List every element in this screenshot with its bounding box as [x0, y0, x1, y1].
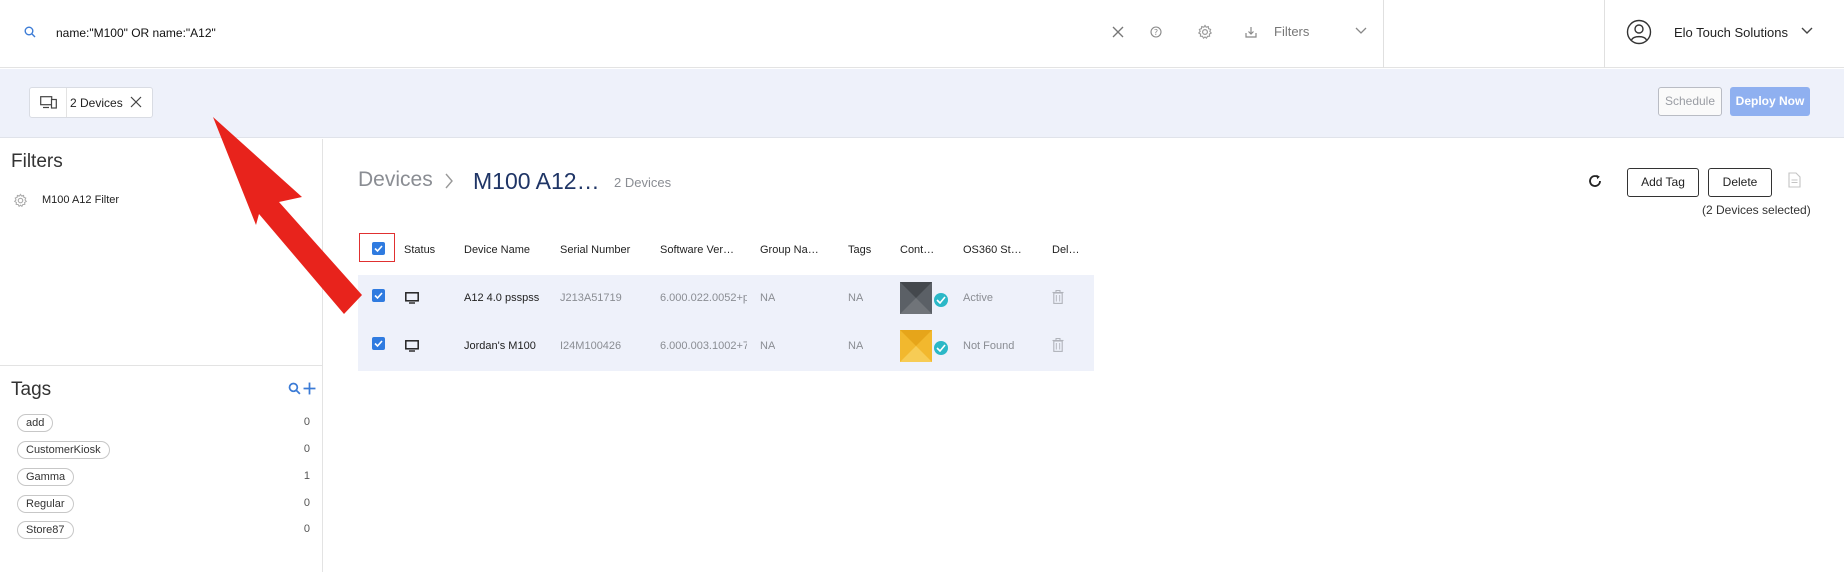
chevron-right-icon — [444, 172, 454, 190]
divider — [0, 365, 322, 366]
select-all-checkbox[interactable] — [372, 242, 385, 255]
help-icon[interactable]: ? — [1150, 26, 1162, 38]
document-icon[interactable] — [1788, 172, 1801, 188]
selected-devices-label: 2 Devices — [70, 96, 123, 110]
delete-button[interactable]: Delete — [1708, 168, 1772, 197]
tag-pill[interactable]: Store87 — [17, 521, 74, 539]
org-name[interactable]: Elo Touch Solutions — [1674, 25, 1788, 40]
chevron-down-icon[interactable] — [1801, 27, 1813, 35]
gear-icon[interactable] — [1197, 24, 1213, 40]
chevron-down-icon[interactable] — [1355, 27, 1367, 35]
row-checkbox[interactable] — [372, 337, 385, 350]
column-header-tags[interactable]: Tags — [848, 244, 871, 256]
column-header-os360-status[interactable]: OS360 St… — [963, 244, 1022, 256]
table-row[interactable]: A12 4.0 psspss J213A51719 6.000.022.0052… — [358, 275, 1094, 323]
tag-count: 1 — [303, 470, 310, 482]
column-header-delete[interactable]: Del… — [1052, 244, 1080, 256]
close-icon[interactable] — [130, 96, 142, 108]
group-name: NA — [760, 340, 776, 352]
os360-status: Active — [963, 292, 993, 304]
device-name[interactable]: A12 4.0 psspss — [464, 292, 539, 304]
tag-pill[interactable]: CustomerKiosk — [17, 441, 110, 459]
download-icon[interactable] — [1245, 26, 1257, 38]
tag-count: 0 — [303, 443, 310, 455]
tags-heading: Tags — [11, 379, 52, 400]
tag-row: Store87 0 — [17, 521, 310, 539]
selected-devices-chip[interactable]: 2 Devices — [29, 87, 153, 118]
tags-cell: NA — [848, 292, 864, 304]
checkmark-icon — [934, 293, 948, 307]
svg-text:?: ? — [1154, 28, 1158, 37]
column-header-group[interactable]: Group Na… — [760, 244, 819, 256]
tag-row: Gamma 1 — [17, 468, 310, 486]
breadcrumb-devices[interactable]: Devices — [358, 168, 433, 192]
content-thumbnail[interactable] — [900, 282, 932, 314]
devices-icon — [40, 96, 57, 109]
schedule-button[interactable]: Schedule — [1658, 87, 1722, 116]
top-bar: name:"M100" OR name:"A12" ? Filters Elo … — [0, 0, 1844, 68]
divider — [66, 88, 67, 117]
filters-heading: Filters — [11, 151, 63, 172]
clear-search-icon[interactable] — [1112, 26, 1124, 38]
deploy-now-button[interactable]: Deploy Now — [1730, 87, 1810, 116]
divider — [1604, 0, 1605, 68]
group-name: NA — [760, 292, 776, 304]
tags-cell: NA — [848, 340, 864, 352]
user-avatar-icon[interactable] — [1626, 19, 1652, 45]
column-header-serial[interactable]: Serial Number — [560, 244, 630, 256]
os360-status: Not Found — [963, 340, 1015, 352]
tag-pill[interactable]: Gamma — [17, 468, 75, 486]
monitor-icon — [405, 292, 419, 304]
tag-pill[interactable]: add — [17, 414, 54, 432]
column-header-software[interactable]: Software Ver… — [660, 244, 734, 256]
monitor-icon — [405, 340, 419, 352]
breadcrumb-current: M100 A12… — [473, 168, 600, 194]
tag-count: 0 — [303, 416, 310, 428]
column-header-device-name[interactable]: Device Name — [464, 244, 530, 256]
table-row[interactable]: Jordan's M100 I24M100426 6.000.003.1002+… — [358, 323, 1094, 371]
search-icon — [24, 26, 36, 38]
sidebar: Filters M100 A12 Filter Tags add 0 Custo… — [0, 139, 323, 572]
search-tags-icon[interactable] — [288, 382, 301, 395]
filters-dropdown[interactable]: Filters — [1274, 24, 1309, 39]
serial-number: J213A51719 — [560, 292, 622, 304]
trash-icon[interactable] — [1052, 338, 1064, 352]
tag-count: 0 — [303, 497, 310, 509]
search-input[interactable]: name:"M100" OR name:"A12" — [56, 26, 216, 40]
add-tag-icon[interactable] — [303, 382, 316, 395]
tag-pill[interactable]: Regular — [17, 495, 74, 513]
checkmark-icon — [934, 341, 948, 355]
tag-count: 0 — [303, 523, 310, 535]
divider — [1383, 0, 1384, 68]
device-name[interactable]: Jordan's M100 — [464, 340, 536, 352]
refresh-icon[interactable] — [1587, 173, 1603, 189]
trash-icon[interactable] — [1052, 290, 1064, 304]
tag-row: Regular 0 — [17, 495, 310, 513]
gear-icon[interactable] — [13, 193, 28, 208]
tag-row: CustomerKiosk 0 — [17, 441, 310, 459]
device-count: 2 Devices — [614, 175, 672, 190]
content-thumbnail[interactable] — [900, 330, 932, 362]
software-version: 6.000.022.0052+p — [660, 292, 747, 304]
selected-info: (2 Devices selected) — [1702, 203, 1811, 217]
serial-number: I24M100426 — [560, 340, 622, 352]
filter-label[interactable]: M100 A12 Filter — [42, 194, 119, 206]
column-header-content[interactable]: Cont… — [900, 244, 934, 256]
column-header-status[interactable]: Status — [404, 244, 435, 256]
tag-row: add 0 — [17, 414, 310, 432]
row-checkbox[interactable] — [372, 289, 385, 302]
software-version: 6.000.003.1002+7 — [660, 340, 747, 352]
action-bar: 2 Devices Schedule Deploy Now — [0, 69, 1844, 138]
add-tag-button[interactable]: Add Tag — [1627, 168, 1699, 197]
